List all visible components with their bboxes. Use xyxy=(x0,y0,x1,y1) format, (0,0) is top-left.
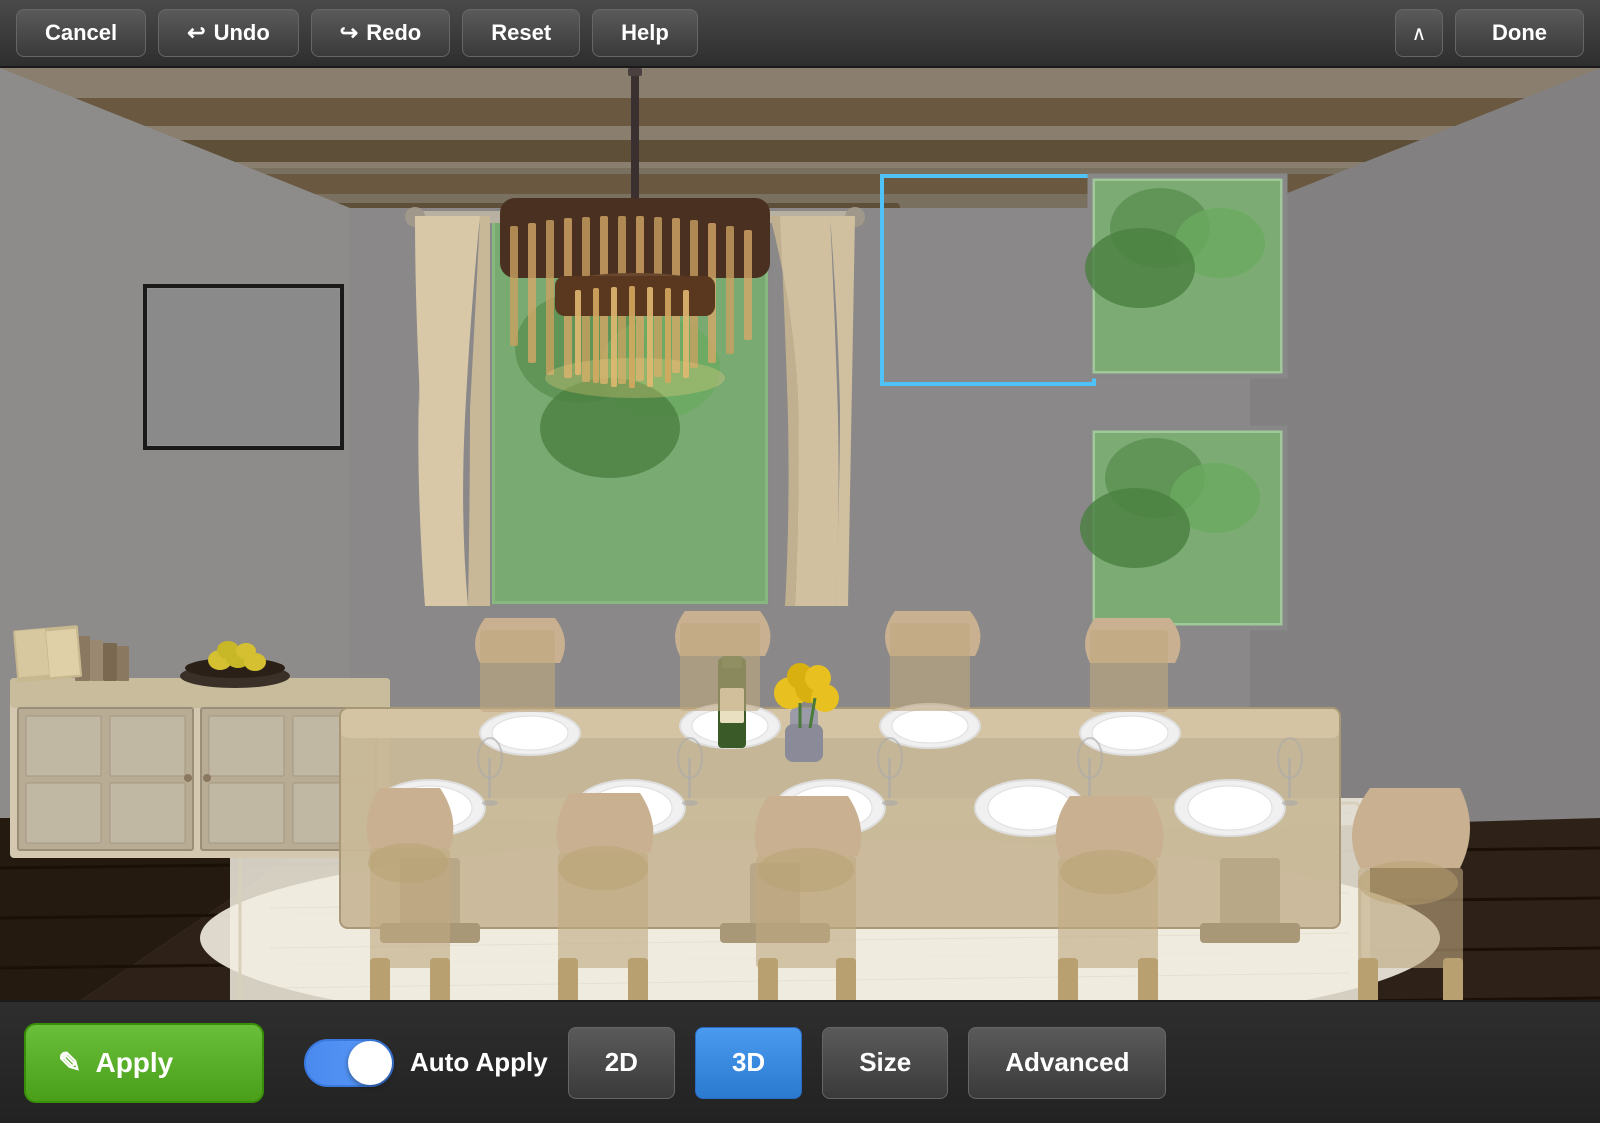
view-3d-button[interactable]: 3D xyxy=(695,1027,802,1099)
apply-button[interactable]: ✎ Apply xyxy=(24,1023,264,1103)
redo-icon: ↪ xyxy=(340,20,358,46)
done-button[interactable]: Done xyxy=(1455,9,1584,57)
size-button[interactable]: Size xyxy=(822,1027,948,1099)
redo-button[interactable]: ↪ Redo xyxy=(311,9,450,57)
undo-button[interactable]: ↩ Undo xyxy=(158,9,299,57)
reset-button[interactable]: Reset xyxy=(462,9,580,57)
advanced-button[interactable]: Advanced xyxy=(968,1027,1166,1099)
collapse-button[interactable]: ∧ xyxy=(1395,9,1443,57)
toggle-knob xyxy=(348,1041,392,1085)
view-2d-button[interactable]: 2D xyxy=(568,1027,675,1099)
paint-icon: ✎ xyxy=(58,1046,81,1079)
chevron-up-icon: ∧ xyxy=(1412,21,1427,46)
help-button[interactable]: Help xyxy=(592,9,698,57)
auto-apply-toggle[interactable] xyxy=(304,1039,394,1087)
apply-label: Apply xyxy=(95,1047,173,1079)
main-scene xyxy=(0,68,1600,1055)
top-toolbar: Cancel ↩ Undo ↪ Redo Reset Help ∧ Done xyxy=(0,0,1600,68)
room-scene xyxy=(0,68,1600,1055)
cancel-button[interactable]: Cancel xyxy=(16,9,146,57)
undo-icon: ↩ xyxy=(187,20,205,46)
auto-apply-label: Auto Apply xyxy=(410,1047,548,1078)
auto-apply-container: Auto Apply xyxy=(304,1039,548,1087)
bottom-toolbar: ✎ Apply Auto Apply 2D 3D Size Advanced xyxy=(0,1000,1600,1123)
